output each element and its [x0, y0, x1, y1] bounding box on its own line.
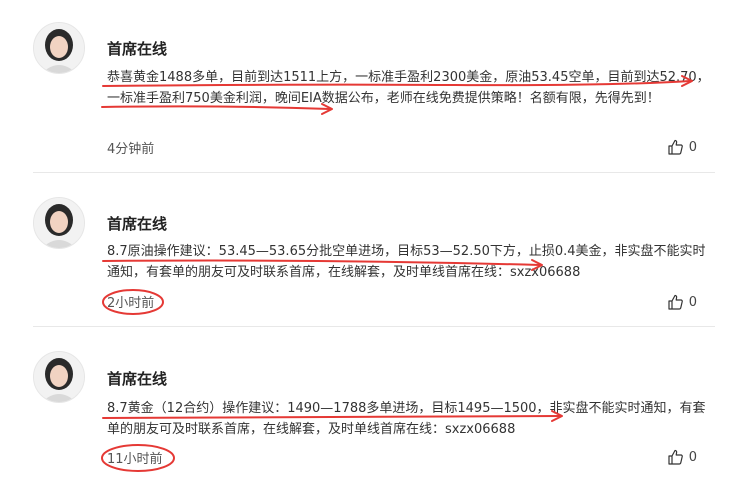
avatar-image [34, 23, 84, 73]
thumbs-up-icon [668, 139, 683, 155]
like-count: 0 [688, 449, 697, 465]
timestamp: 4分钟前 [107, 142, 155, 157]
avatar[interactable] [33, 197, 85, 249]
like-button[interactable]: 0 [667, 294, 697, 310]
timestamp: 11小时前 [107, 452, 163, 467]
comment-feed: 首席在线 恭喜黄金1488多单，目前到达1511上方，一标准手盈利2300美金，… [0, 0, 734, 480]
divider [33, 172, 715, 173]
author-name[interactable]: 首席在线 [107, 213, 167, 234]
like-count: 0 [688, 294, 697, 310]
like-button[interactable]: 0 [667, 449, 697, 465]
comment-text: 8.7原油操作建议：53.45—53.65分批空单进场，目标53—52.50下方… [107, 244, 706, 280]
divider [33, 326, 715, 327]
thumbs-up-icon [668, 449, 683, 465]
author-name[interactable]: 首席在线 [107, 38, 167, 59]
author-name[interactable]: 首席在线 [107, 368, 167, 389]
comment-text: 8.7黄金（12合约）操作建议：1490—1788多单进场，目标1495—150… [107, 401, 706, 437]
avatar-image [34, 198, 84, 248]
thumbs-up-icon [668, 294, 683, 310]
avatar-image [34, 352, 84, 402]
like-button[interactable]: 0 [667, 139, 697, 155]
comment-text: 恭喜黄金1488多单，目前到达1511上方，一标准手盈利2300美金，原油53.… [107, 70, 710, 106]
avatar[interactable] [33, 351, 85, 403]
like-count: 0 [688, 139, 697, 155]
timestamp: 2小时前 [107, 296, 155, 311]
avatar[interactable] [33, 22, 85, 74]
